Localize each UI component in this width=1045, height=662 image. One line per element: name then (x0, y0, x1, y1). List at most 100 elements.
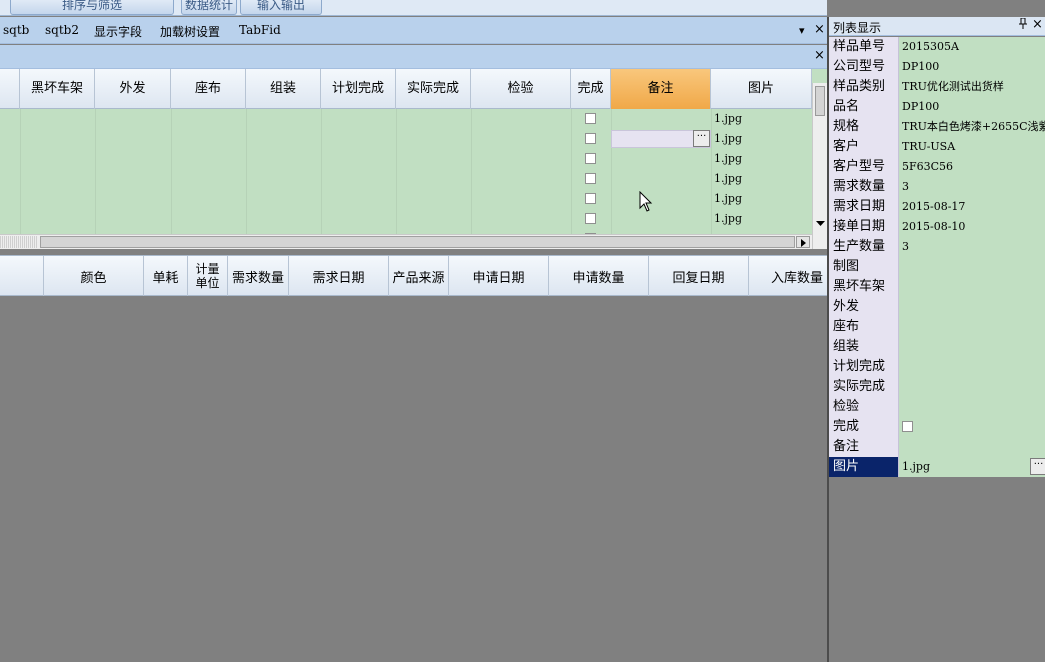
table-row[interactable]: 1.jpg (0, 169, 812, 189)
complete-checkbox[interactable] (585, 213, 596, 224)
table-row[interactable]: 1.jpg (0, 189, 812, 209)
property-value[interactable] (899, 337, 1045, 357)
close-icon[interactable]: × (814, 48, 825, 63)
scroll-right-button[interactable] (796, 236, 810, 248)
image-cell[interactable]: 1.jpg (714, 172, 742, 185)
property-row-outsource[interactable]: 外发 (829, 297, 1045, 317)
property-row-order-date[interactable]: 接单日期 2015-08-10 (829, 217, 1045, 237)
dropdown-icon[interactable]: ▾ (799, 24, 805, 37)
property-value[interactable] (899, 357, 1045, 377)
column-header[interactable]: 申请数量 (549, 256, 649, 296)
column-header[interactable]: 计划完成 (321, 69, 396, 109)
column-header[interactable]: 入库数量 (749, 256, 827, 296)
import-export-button[interactable]: 输入输出 (240, 0, 322, 15)
vertical-scrollbar[interactable] (812, 83, 827, 249)
property-value[interactable]: TRU优化测试出货样 (899, 77, 1045, 97)
property-row-drawing[interactable]: 制图 (829, 257, 1045, 277)
property-value[interactable] (899, 417, 1045, 437)
property-value[interactable]: DP100 (899, 97, 1045, 117)
property-value[interactable]: 3 (899, 177, 1045, 197)
sort-filter-button[interactable]: 排序与筛选 (10, 0, 174, 15)
column-header[interactable]: 组装 (246, 69, 321, 109)
column-header[interactable]: 颜色 (44, 256, 144, 296)
column-header[interactable]: 检验 (471, 69, 571, 109)
property-value[interactable]: TRU本白色烤漆+2655C浅紫 (899, 117, 1045, 137)
property-row-sample-type[interactable]: 样品类别 TRU优化测试出货样 (829, 77, 1045, 97)
property-value[interactable]: 2015305A (899, 37, 1045, 57)
property-value[interactable] (899, 437, 1045, 457)
scroll-thumb[interactable] (40, 236, 795, 248)
close-icon[interactable]: × (1032, 17, 1043, 32)
property-row-seat-cloth[interactable]: 座布 (829, 317, 1045, 337)
property-row-customer[interactable]: 客户 TRU-USA (829, 137, 1045, 157)
property-row-image[interactable]: 图片 1.jpg ··· (829, 457, 1045, 477)
complete-checkbox[interactable] (585, 173, 596, 184)
toolbar-item-sqtb2[interactable]: sqtb2 (45, 23, 79, 37)
property-row-inspection[interactable]: 检验 (829, 397, 1045, 417)
property-row-remark[interactable]: 备注 (829, 437, 1045, 457)
toolbar-item-tabfid[interactable]: TabFid (239, 23, 281, 37)
column-header[interactable]: 需求日期 (289, 256, 389, 296)
pin-icon[interactable] (1019, 17, 1027, 32)
property-row-demand-date[interactable]: 需求日期 2015-08-17 (829, 197, 1045, 217)
property-value[interactable] (899, 397, 1045, 417)
property-value[interactable] (899, 297, 1045, 317)
property-row-frame[interactable]: 黑坏车架 (829, 277, 1045, 297)
property-value[interactable] (899, 257, 1045, 277)
toolbar-item-show-fields[interactable]: 显示字段 (94, 23, 142, 40)
property-value[interactable] (899, 317, 1045, 337)
property-row-planned-completion[interactable]: 计划完成 (829, 357, 1045, 377)
image-cell[interactable]: 1.jpg (714, 212, 742, 225)
complete-checkbox[interactable] (585, 193, 596, 204)
property-row-spec[interactable]: 规格 TRU本白色烤漆+2655C浅紫 (829, 117, 1045, 137)
property-value[interactable]: 5F63C56 (899, 157, 1045, 177)
column-header[interactable]: 实际完成 (396, 69, 471, 109)
column-header[interactable]: 产品来源 (389, 256, 449, 296)
table-row[interactable]: 1.jpg (0, 109, 812, 129)
horizontal-scrollbar[interactable] (0, 234, 812, 249)
complete-checkbox[interactable] (585, 153, 596, 164)
property-row-product-name[interactable]: 品名 DP100 (829, 97, 1045, 117)
column-header[interactable]: 需求数量 (228, 256, 289, 296)
property-row-customer-model[interactable]: 客户型号 5F63C56 (829, 157, 1045, 177)
scroll-arrow-icon[interactable] (816, 221, 825, 227)
column-header[interactable]: 申请日期 (449, 256, 549, 296)
column-header[interactable]: 座布 (171, 69, 246, 109)
property-value[interactable]: 2015-08-17 (899, 197, 1045, 217)
property-value[interactable]: 3 (899, 237, 1045, 257)
image-cell[interactable]: 1.jpg (714, 192, 742, 205)
column-header[interactable]: 图片 (711, 69, 812, 109)
column-header[interactable]: 单耗 (144, 256, 188, 296)
column-header[interactable]: 黑坏车架 (20, 69, 95, 109)
image-browse-button[interactable]: ··· (1030, 458, 1045, 475)
property-value[interactable] (899, 377, 1045, 397)
column-header[interactable]: 回复日期 (649, 256, 749, 296)
property-row-demand-qty[interactable]: 需求数量 3 (829, 177, 1045, 197)
column-header[interactable]: 计量 单位 (188, 256, 228, 296)
image-cell[interactable]: 1.jpg (714, 112, 742, 125)
property-value[interactable]: 2015-08-10 (899, 217, 1045, 237)
image-cell[interactable]: 1.jpg (714, 132, 742, 145)
property-row-production-qty[interactable]: 生产数量 3 (829, 237, 1045, 257)
property-value[interactable]: TRU-USA (899, 137, 1045, 157)
property-row-actual-completion[interactable]: 实际完成 (829, 377, 1045, 397)
toolbar-item-tree-settings[interactable]: 加载树设置 (160, 23, 220, 40)
table-row[interactable]: ··· 1.jpg (0, 129, 812, 149)
property-row-assembly[interactable]: 组装 (829, 337, 1045, 357)
column-header[interactable]: 外发 (95, 69, 171, 109)
column-header-active[interactable]: 备注 (611, 69, 711, 109)
data-stats-button[interactable]: 数据统计 (181, 0, 237, 15)
complete-checkbox[interactable] (585, 133, 596, 144)
property-row-complete[interactable]: 完成 (829, 417, 1045, 437)
toolbar-item-sqtb[interactable]: sqtb (3, 23, 29, 37)
complete-checkbox[interactable] (902, 421, 913, 432)
property-value[interactable]: 1.jpg (899, 457, 1045, 477)
close-icon[interactable]: × (814, 22, 825, 37)
property-row-sample-no[interactable]: 样品单号 2015305A (829, 37, 1045, 57)
table-row[interactable]: 1.jpg (0, 209, 812, 229)
image-cell[interactable]: 1.jpg (714, 152, 742, 165)
scroll-thumb[interactable] (815, 86, 825, 116)
property-row-company-model[interactable]: 公司型号 DP100 (829, 57, 1045, 77)
property-value[interactable]: DP100 (899, 57, 1045, 77)
property-value[interactable] (899, 277, 1045, 297)
